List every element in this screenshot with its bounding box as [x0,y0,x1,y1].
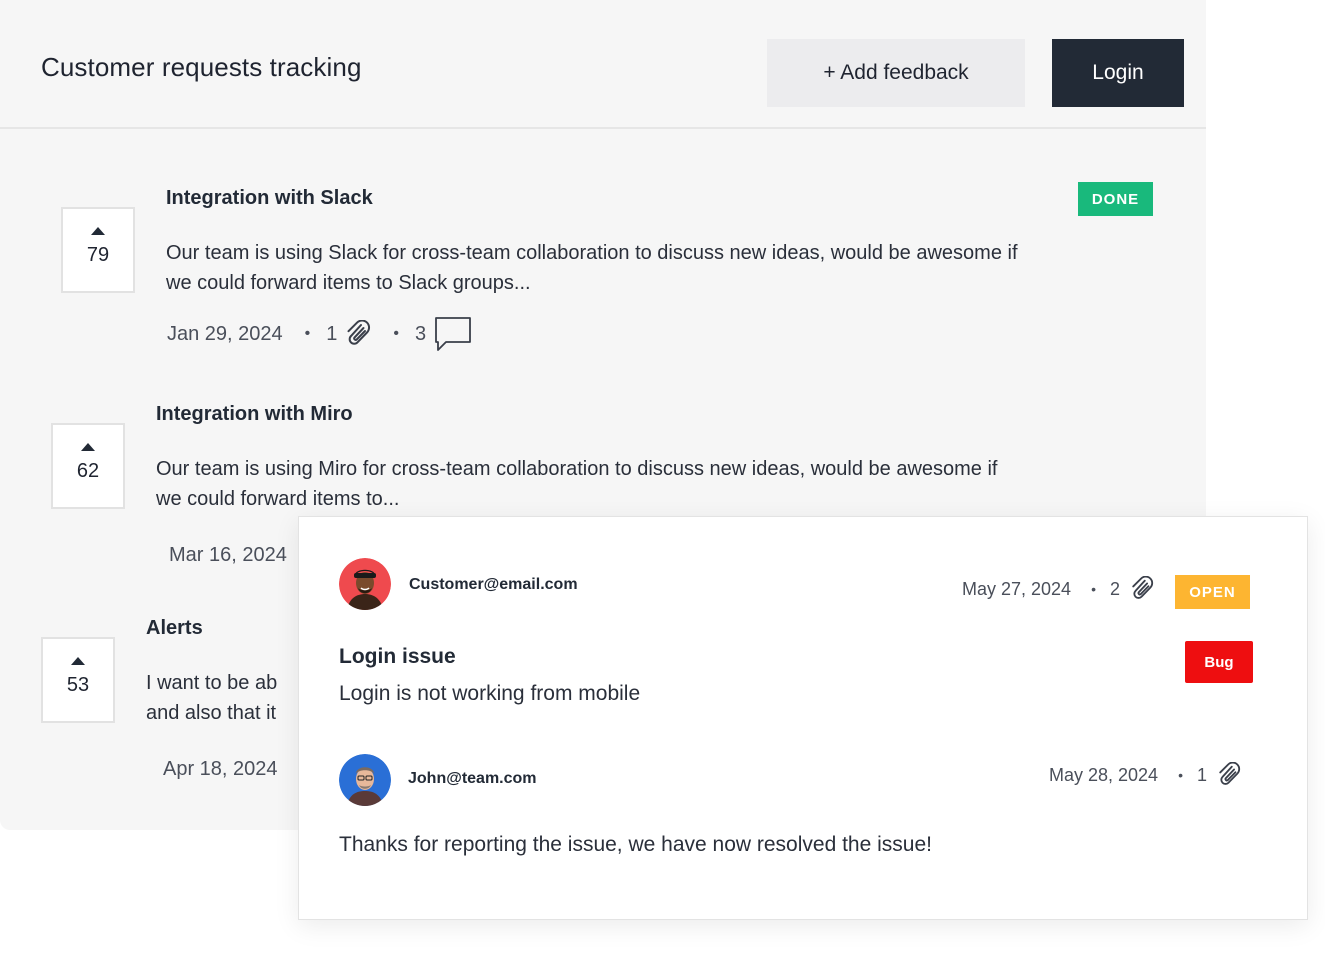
comment-count: 3 [415,322,427,345]
report-body: Login is not working from mobile [339,682,641,705]
request-description: Our team is using Slack for cross-team c… [166,242,1018,294]
reply-meta: May 28, 2024 • 1 [1049,760,1241,790]
avatar [339,558,391,610]
paperclip-icon[interactable] [1217,762,1241,788]
request-meta: Mar 16, 2024 [169,535,287,575]
paperclip-icon[interactable] [1130,576,1154,602]
vote-count: 62 [76,460,100,482]
board-header: Customer requests tracking + Add feedbac… [0,0,1206,129]
reply-date: May 28, 2024 [1049,764,1159,785]
caret-up-icon [91,227,105,235]
request-description-line: and also that it [146,702,277,724]
request-description: I want to be ab and also that it [146,668,296,728]
upvote-button[interactable]: 53 [41,637,115,723]
bug-tag[interactable]: Bug [1185,641,1253,683]
request-description: Our team is using Miro for cross-team co… [156,458,998,510]
vote-count: 53 [66,674,90,696]
separator-dot: • [1091,581,1096,597]
reply-body: Thanks for reporting the issue, we have … [339,833,932,856]
responder-email[interactable]: John@team.com [408,770,537,788]
reporter-email[interactable]: Customer@email.com [409,576,578,594]
request-title[interactable]: Alerts [146,617,203,640]
separator-dot: • [304,325,311,342]
status-badge: OPEN [1175,575,1250,609]
login-button[interactable]: Login [1052,39,1184,107]
request-meta: Apr 18, 2024 [163,749,278,789]
report-title: Login issue [339,645,456,668]
separator-dot: • [1178,767,1183,783]
attachment-count: 2 [1109,578,1120,599]
request-title[interactable]: Integration with Slack [166,187,373,210]
request-detail-panel: Customer@email.com May 27, 2024 • 2 OPEN… [298,516,1308,920]
caret-up-icon [81,443,95,451]
add-feedback-button[interactable]: + Add feedback [767,39,1025,107]
separator-dot: • [393,325,399,342]
report-meta: May 27, 2024 • 2 [962,574,1154,604]
attachment-count: 1 [1196,764,1207,785]
request-title[interactable]: Integration with Miro [156,403,353,426]
upvote-button[interactable]: 62 [51,423,125,509]
request-date: Mar 16, 2024 [169,543,287,566]
avatar [339,754,391,806]
caret-up-icon [71,657,85,665]
paperclip-icon[interactable] [345,320,371,348]
vote-count: 79 [86,244,110,266]
page-title: Customer requests tracking [41,52,362,82]
report-date: May 27, 2024 [962,578,1072,599]
speech-bubble-icon[interactable] [434,315,472,353]
upvote-button[interactable]: 79 [61,207,135,293]
request-meta: Jan 29, 2024 • 1 • 3 [167,314,472,354]
request-description-line: I want to be ab [146,672,278,694]
request-date: Apr 18, 2024 [163,757,278,780]
request-date: Jan 29, 2024 [167,322,283,345]
attachment-count: 1 [326,322,338,345]
status-badge: DONE [1078,182,1153,216]
